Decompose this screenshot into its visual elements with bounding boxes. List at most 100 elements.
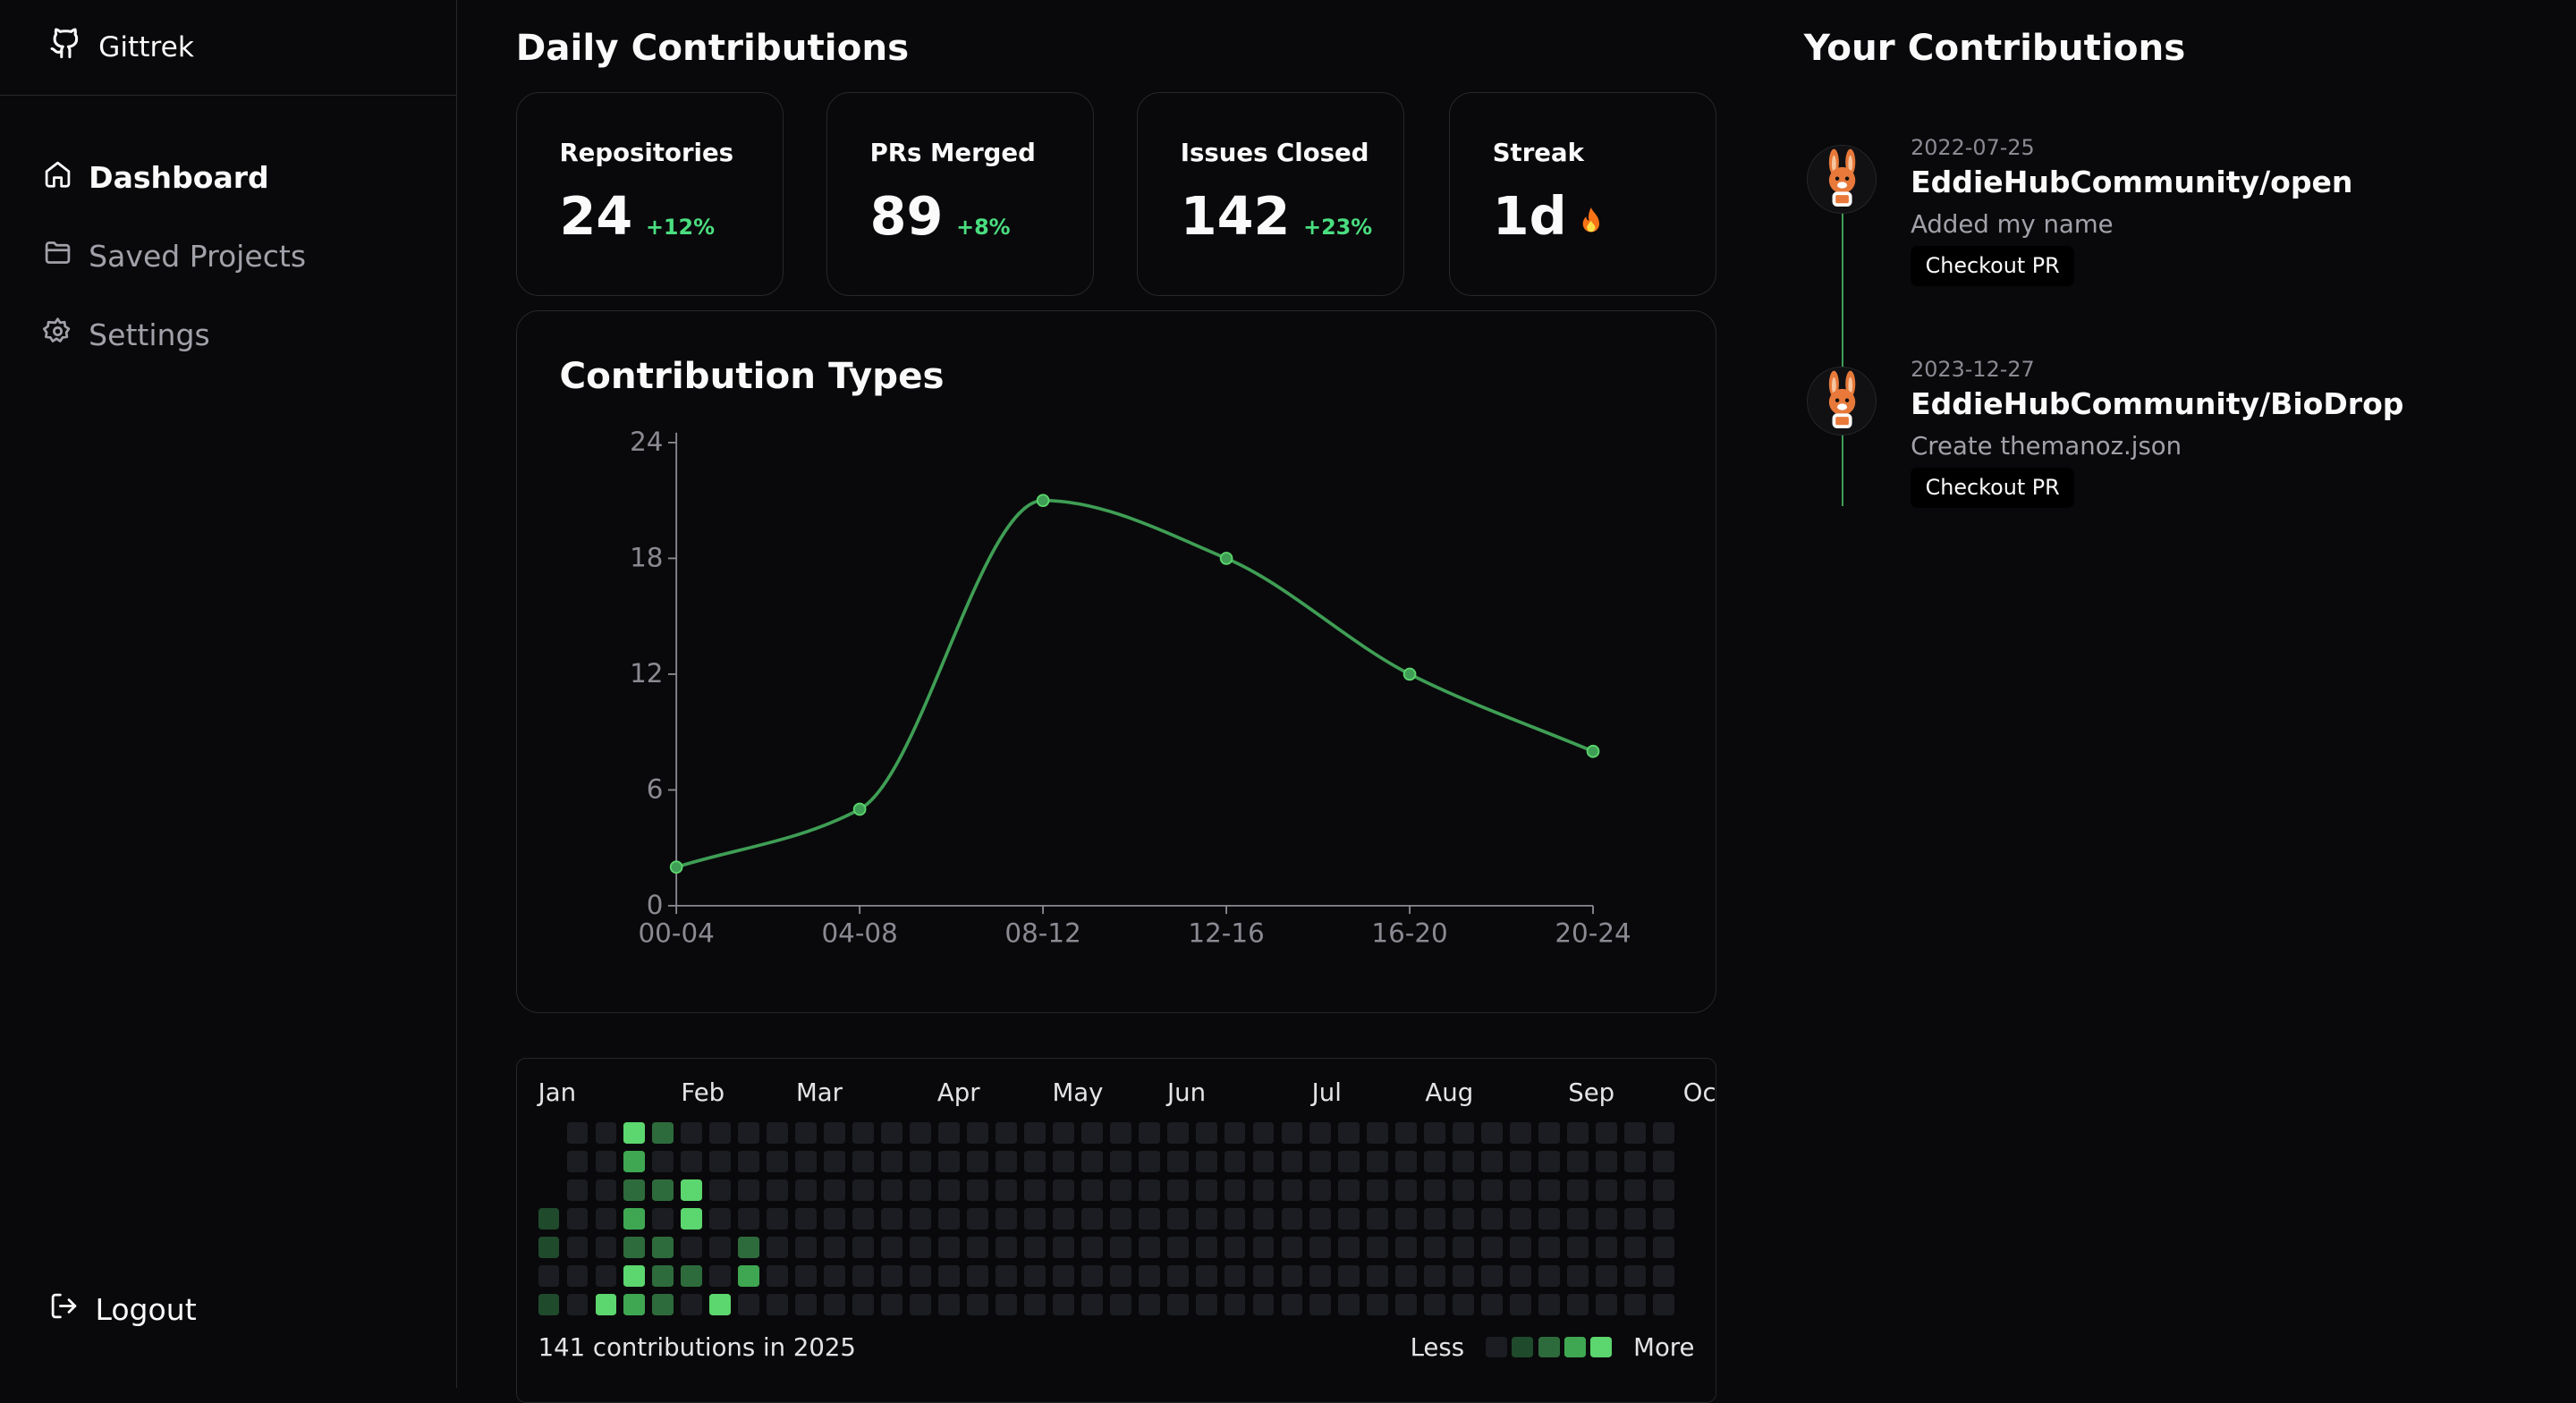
heatmap-cell[interactable] bbox=[738, 1122, 760, 1145]
heatmap-cell[interactable] bbox=[538, 1208, 560, 1230]
heatmap-cell[interactable] bbox=[1510, 1151, 1532, 1173]
heatmap-cell[interactable] bbox=[1424, 1179, 1446, 1202]
heatmap-cell[interactable] bbox=[738, 1294, 760, 1316]
heatmap-cell[interactable] bbox=[1023, 1265, 1046, 1288]
heatmap-cell[interactable] bbox=[1166, 1265, 1189, 1288]
heatmap-cell[interactable] bbox=[966, 1208, 988, 1230]
heatmap-cell[interactable] bbox=[652, 1237, 674, 1259]
heatmap-cell[interactable] bbox=[1252, 1237, 1275, 1259]
heatmap-cell[interactable] bbox=[1567, 1179, 1589, 1202]
heatmap-cell[interactable] bbox=[938, 1151, 960, 1173]
heatmap-cell[interactable] bbox=[1138, 1122, 1160, 1145]
heatmap-cell[interactable] bbox=[623, 1208, 646, 1230]
heatmap-cell[interactable] bbox=[1481, 1294, 1504, 1316]
heatmap-cell[interactable] bbox=[595, 1151, 617, 1173]
heatmap-cell[interactable] bbox=[1224, 1208, 1246, 1230]
heatmap-cell[interactable] bbox=[1309, 1294, 1332, 1316]
heatmap-cell[interactable] bbox=[1481, 1179, 1504, 1202]
heatmap-cell[interactable] bbox=[1252, 1208, 1275, 1230]
heatmap-cell[interactable] bbox=[1252, 1294, 1275, 1316]
heatmap-cell[interactable] bbox=[938, 1122, 960, 1145]
heatmap-cell[interactable] bbox=[1281, 1208, 1303, 1230]
heatmap-cell[interactable] bbox=[566, 1151, 589, 1173]
heatmap-cell[interactable] bbox=[995, 1237, 1017, 1259]
heatmap-cell[interactable] bbox=[995, 1179, 1017, 1202]
sidebar-item-settings[interactable]: Settings bbox=[0, 296, 456, 375]
heatmap-cell[interactable] bbox=[709, 1151, 732, 1173]
checkout-pr-button[interactable]: Checkout PR bbox=[1911, 246, 2075, 286]
heatmap-cell[interactable] bbox=[623, 1237, 646, 1259]
heatmap-cell[interactable] bbox=[881, 1294, 902, 1316]
heatmap-cell[interactable] bbox=[1080, 1294, 1103, 1316]
heatmap-cell[interactable] bbox=[767, 1294, 789, 1316]
heatmap-cell[interactable] bbox=[1052, 1151, 1074, 1173]
heatmap-cell[interactable] bbox=[1596, 1265, 1617, 1288]
heatmap-cell[interactable] bbox=[852, 1265, 874, 1288]
heatmap-cell[interactable] bbox=[1538, 1151, 1561, 1173]
heatmap-cell[interactable] bbox=[709, 1294, 732, 1316]
contribution-repo[interactable]: EddieHubCommunity/open bbox=[1911, 165, 2352, 199]
heatmap-cell[interactable] bbox=[623, 1151, 646, 1173]
heatmap-cell[interactable] bbox=[1023, 1151, 1046, 1173]
heatmap-cell[interactable] bbox=[1138, 1265, 1160, 1288]
heatmap-cell[interactable] bbox=[1596, 1208, 1617, 1230]
heatmap-cell[interactable] bbox=[709, 1237, 732, 1259]
heatmap-cell[interactable] bbox=[852, 1151, 874, 1173]
heatmap-cell[interactable] bbox=[852, 1208, 874, 1230]
heatmap-cell[interactable] bbox=[566, 1294, 589, 1316]
heatmap-cell[interactable] bbox=[1652, 1122, 1674, 1145]
heatmap-cell[interactable] bbox=[966, 1151, 988, 1173]
heatmap-cell[interactable] bbox=[652, 1179, 674, 1202]
heatmap-cell[interactable] bbox=[881, 1237, 902, 1259]
heatmap-cell[interactable] bbox=[681, 1208, 703, 1230]
heatmap-cell[interactable] bbox=[1624, 1294, 1646, 1316]
heatmap-cell[interactable] bbox=[738, 1179, 760, 1202]
heatmap-cell[interactable] bbox=[1309, 1237, 1332, 1259]
heatmap-cell[interactable] bbox=[1510, 1208, 1532, 1230]
heatmap-cell[interactable] bbox=[566, 1208, 589, 1230]
heatmap-cell[interactable] bbox=[1652, 1294, 1674, 1316]
heatmap-cell[interactable] bbox=[1453, 1179, 1475, 1202]
heatmap-cell[interactable] bbox=[995, 1208, 1017, 1230]
heatmap-cell[interactable] bbox=[1281, 1265, 1303, 1288]
heatmap-cell[interactable] bbox=[1252, 1179, 1275, 1202]
heatmap-cell[interactable] bbox=[566, 1237, 589, 1259]
heatmap-cell[interactable] bbox=[1453, 1294, 1475, 1316]
heatmap-cell[interactable] bbox=[652, 1208, 674, 1230]
heatmap-cell[interactable] bbox=[1281, 1294, 1303, 1316]
heatmap-cell[interactable] bbox=[1309, 1208, 1332, 1230]
heatmap-cell[interactable] bbox=[738, 1151, 760, 1173]
heatmap-cell[interactable] bbox=[709, 1208, 732, 1230]
heatmap-cell[interactable] bbox=[1481, 1122, 1504, 1145]
heatmap-cell[interactable] bbox=[1510, 1179, 1532, 1202]
heatmap-cell[interactable] bbox=[1052, 1122, 1074, 1145]
heatmap-cell[interactable] bbox=[910, 1208, 931, 1230]
heatmap-cell[interactable] bbox=[938, 1208, 960, 1230]
heatmap-cell[interactable] bbox=[1080, 1208, 1103, 1230]
heatmap-cell[interactable] bbox=[1567, 1265, 1589, 1288]
heatmap-cell[interactable] bbox=[1538, 1294, 1561, 1316]
heatmap-cell[interactable] bbox=[1281, 1237, 1303, 1259]
heatmap-cell[interactable] bbox=[709, 1265, 732, 1288]
heatmap-cell[interactable] bbox=[1052, 1237, 1074, 1259]
heatmap-cell[interactable] bbox=[1309, 1179, 1332, 1202]
heatmap-cell[interactable] bbox=[566, 1122, 589, 1145]
heatmap-cell[interactable] bbox=[652, 1265, 674, 1288]
heatmap-cell[interactable] bbox=[1367, 1237, 1389, 1259]
heatmap-cell[interactable] bbox=[1195, 1122, 1217, 1145]
heatmap-cell[interactable] bbox=[824, 1237, 846, 1259]
heatmap-cell[interactable] bbox=[995, 1151, 1017, 1173]
heatmap-cell[interactable] bbox=[681, 1179, 703, 1202]
heatmap-cell[interactable] bbox=[1338, 1151, 1360, 1173]
heatmap-cell[interactable] bbox=[1596, 1237, 1617, 1259]
heatmap-cell[interactable] bbox=[1453, 1265, 1475, 1288]
heatmap-cell[interactable] bbox=[824, 1151, 846, 1173]
heatmap-cell[interactable] bbox=[852, 1179, 874, 1202]
heatmap-cell[interactable] bbox=[681, 1122, 703, 1145]
heatmap-cell[interactable] bbox=[1624, 1208, 1646, 1230]
heatmap-cell[interactable] bbox=[1510, 1237, 1532, 1259]
heatmap-cell[interactable] bbox=[1138, 1294, 1160, 1316]
heatmap-cell[interactable] bbox=[1596, 1151, 1617, 1173]
heatmap-cell[interactable] bbox=[995, 1122, 1017, 1145]
heatmap-cell[interactable] bbox=[966, 1294, 988, 1316]
